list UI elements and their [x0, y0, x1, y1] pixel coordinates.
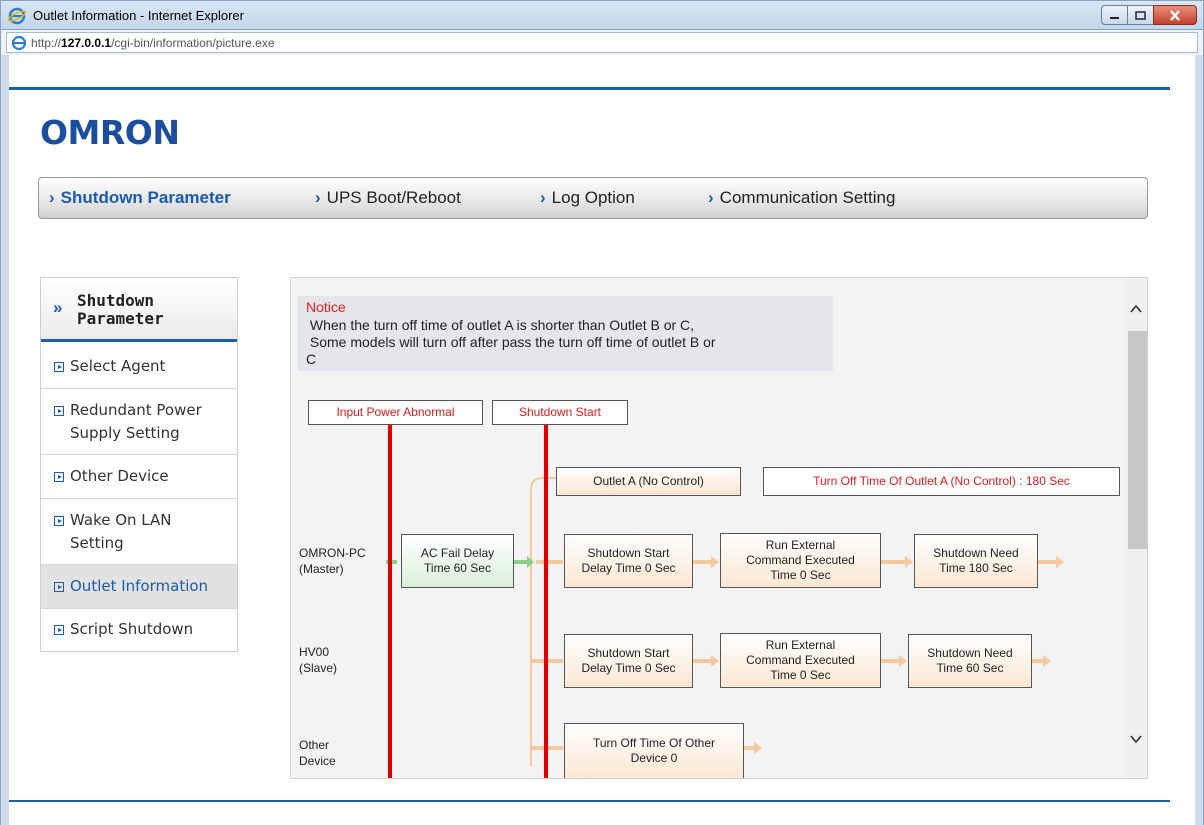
nav-shutdown-parameter[interactable]: › Shutdown Parameter — [49, 188, 231, 208]
footer-rule — [9, 800, 1170, 802]
window-title: Outlet Information - Internet Explorer — [33, 8, 244, 23]
main-navigation: › Shutdown Parameter › UPS Boot/Reboot › Lo… — [38, 177, 1148, 219]
sidebar-item-outlet-information[interactable]: Outlet Information — [41, 565, 237, 609]
master-run-external-box: Run External Command Executed Time 0 Sec — [720, 533, 881, 588]
ac-fail-delay-box: AC Fail Delay Time 60 Sec — [401, 534, 514, 588]
slave-shutdown-need-box: Shutdown Need Time 60 Sec — [908, 634, 1032, 688]
slave-run-external-box: Run External Command Executed Time 0 Sec — [720, 633, 881, 688]
window-frame-left — [0, 55, 9, 825]
sidebar-item-script-shutdown[interactable]: Script Shutdown — [41, 609, 237, 653]
shutdown-start-line — [544, 424, 548, 778]
address-bar: http://127.0.0.1/cgi-bin/information/pic… — [0, 30, 1204, 55]
shutdown-start-label: Shutdown Start — [492, 400, 628, 425]
other-device-time-box: Turn Off Time Of Other Device 0 — [564, 723, 744, 778]
url-text: http://127.0.0.1/cgi-bin/information/pic… — [31, 36, 275, 50]
window-controls — [1101, 5, 1197, 26]
chevron-right-icon: › — [708, 188, 714, 207]
maximize-icon — [1135, 10, 1146, 20]
nav-log-option[interactable]: › Log Option — [540, 188, 635, 208]
outlet-diagram-panel: Notice When the turn off time of outlet … — [290, 277, 1148, 779]
vertical-scrollbar[interactable] — [1125, 278, 1147, 778]
sidebar-item-other-device[interactable]: Other Device — [41, 455, 237, 499]
input-power-abnormal-label: Input Power Abnormal — [308, 400, 483, 425]
sidebar-heading: » Shutdown Parameter — [41, 278, 237, 342]
close-button[interactable] — [1153, 5, 1197, 25]
double-chevron-icon: » — [53, 298, 63, 317]
minimize-icon — [1110, 16, 1119, 19]
sidebar-item-wake-on-lan[interactable]: Wake On LAN Setting — [41, 499, 237, 565]
chevron-right-icon: › — [315, 188, 321, 207]
chevron-right-icon: › — [540, 188, 546, 207]
outlet-a-box: Outlet A (No Control) — [556, 467, 741, 496]
window-frame-right — [1195, 55, 1204, 825]
slave-shutdown-start-box: Shutdown Start Delay Time 0 Sec — [564, 634, 693, 688]
master-shutdown-need-box: Shutdown Need Time 180 Sec — [914, 534, 1038, 588]
other-device-label: Other Device — [299, 738, 336, 768]
bullet-arrow-icon — [54, 472, 64, 482]
diagram-connectors — [386, 477, 1064, 766]
outlet-a-time-box: Turn Off Time Of Outlet A (No Control) :… — [763, 467, 1120, 496]
header-rule — [9, 87, 1170, 90]
omron-logo: OMRON — [40, 113, 180, 152]
sidebar-item-select-agent[interactable]: Select Agent — [41, 345, 237, 389]
url-field[interactable]: http://127.0.0.1/cgi-bin/information/pic… — [6, 32, 1198, 53]
master-shutdown-start-box: Shutdown Start Delay Time 0 Sec — [564, 534, 693, 588]
bullet-arrow-icon — [54, 516, 64, 526]
maximize-button[interactable] — [1127, 5, 1154, 25]
bullet-arrow-icon — [54, 362, 64, 372]
nav-communication-setting[interactable]: › Communication Setting — [708, 188, 895, 208]
slave-host-label: HV00 (Slave) — [299, 645, 338, 675]
bullet-arrow-icon — [54, 625, 64, 635]
scrollbar-thumb[interactable] — [1128, 331, 1147, 549]
scroll-down-icon[interactable] — [1129, 732, 1143, 746]
bullet-arrow-icon — [54, 582, 64, 592]
master-host-label: OMRON-PC (Master) — [299, 546, 366, 576]
input-power-abnormal-line — [388, 424, 392, 778]
window-titlebar: Outlet Information - Internet Explorer — [0, 0, 1204, 30]
close-icon — [1170, 9, 1180, 21]
sidebar-title: Shutdown Parameter — [77, 291, 164, 328]
sidebar: » Shutdown Parameter Select Agent Redunda… — [40, 277, 238, 652]
chevron-right-icon: › — [49, 188, 55, 207]
bullet-arrow-icon — [54, 406, 64, 416]
nav-ups-boot-reboot[interactable]: › UPS Boot/Reboot — [315, 188, 461, 208]
sidebar-item-redundant-power[interactable]: Redundant Power Supply Setting — [41, 389, 237, 455]
page-icon — [11, 35, 27, 51]
scroll-up-icon[interactable] — [1129, 302, 1143, 316]
minimize-button[interactable] — [1101, 5, 1128, 25]
internet-explorer-icon — [8, 7, 26, 25]
